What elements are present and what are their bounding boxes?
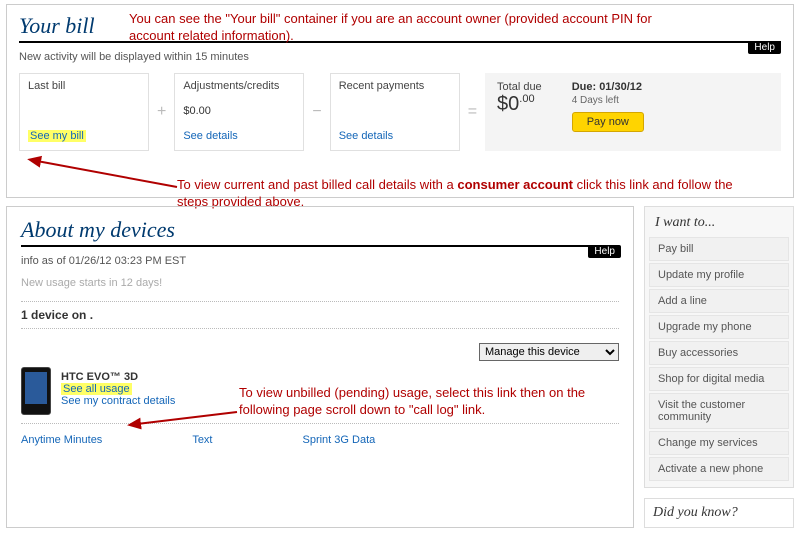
your-bill-title: Your bill — [19, 13, 95, 38]
i-want-to-panel: I want to... Pay bill Update my profile … — [644, 206, 794, 488]
divider — [21, 245, 619, 247]
iwant-visit-community[interactable]: Visit the customer community — [649, 393, 789, 429]
new-activity-note: New activity will be displayed within 15… — [19, 51, 781, 63]
adjustments-box: Adjustments/credits $0.00 See details — [174, 73, 304, 151]
plus-icon: + — [155, 103, 168, 121]
iwant-change-services[interactable]: Change my services — [649, 431, 789, 455]
help-badge[interactable]: Help — [588, 245, 621, 258]
adjustments-label: Adjustments/credits — [183, 80, 295, 92]
device-count-row: 1 device on . — [21, 301, 619, 329]
iwant-shop-media[interactable]: Shop for digital media — [649, 367, 789, 391]
annotation-top: You can see the "Your bill" container if… — [129, 11, 689, 45]
recent-payments-label: Recent payments — [339, 80, 451, 92]
device-count: 1 device on . — [21, 308, 93, 322]
days-left: 4 Days left — [572, 95, 644, 106]
info-as-of: info as of 01/26/12 03:23 PM EST — [21, 255, 619, 267]
right-sidebar: I want to... Pay bill Update my profile … — [644, 206, 794, 528]
adjustments-amount: $0.00 — [183, 105, 295, 117]
minus-icon: − — [310, 103, 323, 121]
sprint-3g-data-link[interactable]: Sprint 3G Data — [303, 434, 376, 446]
i-want-to-title: I want to... — [649, 211, 789, 237]
adjustments-see-details[interactable]: See details — [183, 130, 295, 142]
recent-payments-see-details[interactable]: See details — [339, 130, 451, 142]
help-badge[interactable]: Help — [748, 41, 781, 54]
recent-payments-box: Recent payments See details — [330, 73, 460, 151]
total-due-amount: $0.00 — [497, 93, 542, 116]
new-usage-note: New usage starts in 12 days! — [21, 277, 619, 289]
see-contract-link[interactable]: See my contract details — [61, 395, 175, 407]
see-my-bill-link[interactable]: See my bill — [28, 130, 86, 142]
total-due-box: Total due $0.00 Due: 01/30/12 4 Days lef… — [485, 73, 781, 151]
text-link[interactable]: Text — [192, 434, 212, 446]
divider — [19, 41, 781, 43]
did-you-know-panel: Did you know? — [644, 498, 794, 528]
iwant-upgrade-phone[interactable]: Upgrade my phone — [649, 315, 789, 339]
iwant-add-line[interactable]: Add a line — [649, 289, 789, 313]
your-bill-panel: Your bill Help You can see the "Your bil… — [6, 4, 794, 198]
total-due-label: Total due — [497, 81, 542, 93]
bill-summary-row: Last bill See my bill + Adjustments/cred… — [19, 73, 781, 151]
iwant-activate-phone[interactable]: Activate a new phone — [649, 457, 789, 481]
iwant-update-profile[interactable]: Update my profile — [649, 263, 789, 287]
device-name: HTC EVO™ 3D — [61, 371, 175, 383]
last-bill-box: Last bill See my bill — [19, 73, 149, 151]
lower-columns: About my devices Help info as of 01/26/1… — [6, 206, 794, 528]
manage-device-select[interactable]: Manage this device — [479, 343, 619, 361]
device-block: HTC EVO™ 3D See all usage See my contrac… — [21, 361, 619, 424]
usage-tabs-row: Anytime Minutes Text Sprint 3G Data — [21, 424, 619, 446]
did-you-know-title: Did you know? — [653, 505, 785, 521]
iwant-buy-accessories[interactable]: Buy accessories — [649, 341, 789, 365]
phone-icon — [21, 367, 51, 415]
anytime-minutes-link[interactable]: Anytime Minutes — [21, 434, 102, 446]
iwant-pay-bill[interactable]: Pay bill — [649, 237, 789, 261]
about-devices-panel: About my devices Help info as of 01/26/1… — [6, 206, 634, 528]
equals-icon: = — [466, 103, 479, 121]
due-date: Due: 01/30/12 — [572, 81, 644, 93]
about-devices-title: About my devices — [21, 217, 175, 242]
see-all-usage-link[interactable]: See all usage — [61, 383, 132, 395]
last-bill-label: Last bill — [28, 80, 140, 92]
pay-now-button[interactable]: Pay now — [572, 112, 644, 132]
